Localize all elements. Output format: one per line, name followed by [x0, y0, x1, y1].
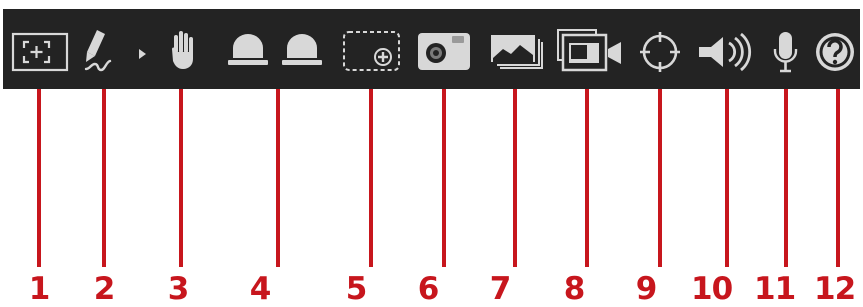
- gallery-button[interactable]: [489, 9, 549, 89]
- callout-line: [585, 89, 589, 267]
- callout-number-7: 7: [489, 271, 512, 307]
- callout-line: [369, 89, 373, 267]
- fullscreen-crosshair-icon: [11, 32, 69, 72]
- callout-number-6: 6: [417, 271, 440, 307]
- microphone-icon: [773, 32, 798, 73]
- ptz-target-button[interactable]: [635, 9, 691, 89]
- help-icon: [816, 33, 854, 71]
- chevron-right-icon: [139, 49, 146, 59]
- callout-line: [725, 89, 729, 267]
- camera-icon: [418, 33, 470, 70]
- callout-number-11: 11: [754, 271, 796, 307]
- record-button[interactable]: [556, 9, 626, 89]
- microphone-button[interactable]: [771, 9, 805, 89]
- pan-button[interactable]: [163, 9, 203, 89]
- callout-number-10: 10: [691, 271, 733, 307]
- callout-line: [658, 89, 662, 267]
- callout-number-2: 2: [93, 271, 116, 307]
- gallery-icon: [491, 35, 543, 69]
- video-record-icon: [557, 29, 621, 72]
- callout-line: [276, 89, 280, 267]
- callout-line: [513, 89, 517, 267]
- alarm-light-icon: [228, 34, 322, 65]
- add-region-button[interactable]: [340, 9, 406, 89]
- audio-button[interactable]: [696, 9, 758, 89]
- callout-number-3: 3: [167, 271, 190, 307]
- alarm-output-button[interactable]: [222, 9, 332, 89]
- draw-tool-dropdown[interactable]: [135, 9, 149, 89]
- target-crosshair-icon: [640, 32, 680, 72]
- callout-line: [37, 89, 41, 267]
- callout-number-9: 9: [635, 271, 658, 307]
- callout-number-4: 4: [249, 271, 272, 307]
- callout-line: [179, 89, 183, 267]
- region-add-icon: [343, 31, 400, 71]
- callout-number-12: 12: [814, 271, 856, 307]
- speaker-icon: [699, 32, 752, 72]
- hand-icon: [172, 31, 193, 69]
- callout-line: [836, 89, 840, 267]
- callout-number-8: 8: [563, 271, 586, 307]
- fullscreen-button[interactable]: [11, 9, 71, 89]
- callout-line: [102, 89, 106, 267]
- callout-line: [784, 89, 788, 267]
- callout-number-1: 1: [28, 271, 51, 307]
- callout-number-5: 5: [345, 271, 368, 307]
- help-button[interactable]: [812, 9, 858, 89]
- callout-line: [442, 89, 446, 267]
- toolbar: [3, 9, 860, 89]
- capture-button[interactable]: [415, 9, 475, 89]
